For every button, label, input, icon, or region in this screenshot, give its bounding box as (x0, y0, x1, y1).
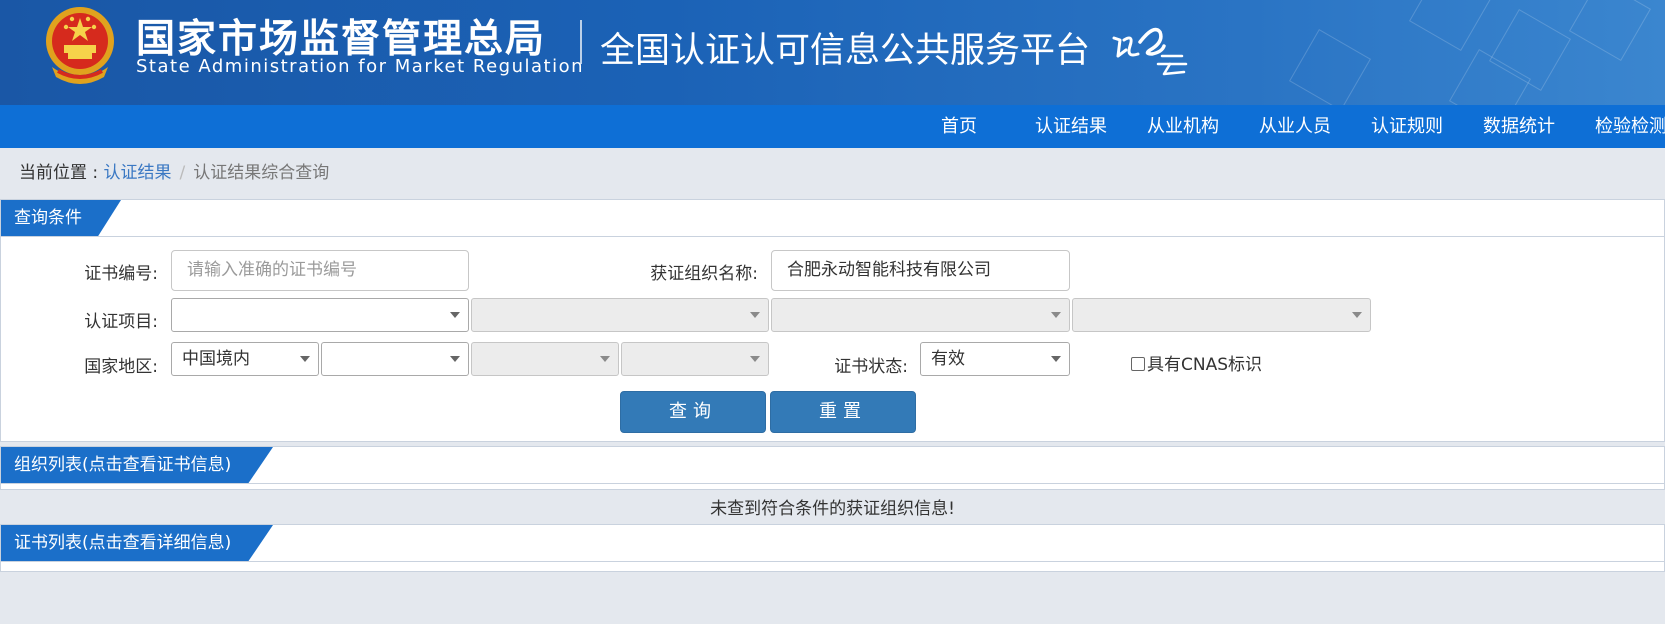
breadcrumb-link-cert-results[interactable]: 认证结果 (104, 163, 172, 183)
chevron-down-icon (1051, 312, 1061, 318)
project-select-2[interactable] (471, 298, 769, 332)
project-label: 认证项目: (84, 312, 158, 332)
cert-list-panel: 证书列表(点击查看详细信息) (0, 524, 1665, 572)
renzheng-cloud-logo (1112, 27, 1188, 76)
cnas-option[interactable]: 具有CNAS标识 (1131, 350, 1262, 375)
nav-item-cert-rules[interactable]: 认证规则 (1371, 105, 1443, 148)
chevron-down-icon (450, 356, 460, 362)
status-select[interactable]: 有效 (920, 342, 1070, 376)
status-label: 证书状态: (834, 357, 908, 377)
org-list-panel: 组织列表(点击查看证书信息) (0, 446, 1665, 490)
nav-item-personnel[interactable]: 从业人员 (1259, 105, 1331, 148)
main-nav: 首页 认证结果 从业机构 从业人员 认证规则 数据统计 检验检测 (0, 105, 1665, 148)
header-divider (580, 20, 582, 64)
project-select-1[interactable] (171, 298, 469, 332)
chevron-down-icon (750, 356, 760, 362)
chevron-down-icon (600, 356, 610, 362)
nav-item-home[interactable]: 首页 (941, 105, 977, 148)
decor-hexagon (1409, 0, 1491, 51)
project-select-3[interactable] (771, 298, 1070, 332)
chevron-down-icon (450, 312, 460, 318)
org-list-title: 组织列表(点击查看证书信息) (1, 447, 273, 483)
org-list-header: 组织列表(点击查看证书信息) (1, 447, 1664, 484)
nav-item-statistics[interactable]: 数据统计 (1483, 105, 1555, 148)
breadcrumb: 当前位置 : 认证结果 / 认证结果综合查询 (19, 158, 329, 183)
region-select-province[interactable] (321, 342, 469, 376)
cnas-checkbox[interactable] (1131, 357, 1145, 371)
chevron-down-icon (750, 312, 760, 318)
search-button[interactable]: 查询 (620, 391, 766, 433)
breadcrumb-separator: / (179, 163, 186, 183)
platform-title: 全国认证认可信息公共服务平台 (600, 31, 1091, 71)
cert-list-header: 证书列表(点击查看详细信息) (1, 525, 1664, 562)
decor-hexagon (1569, 0, 1651, 61)
region-select-district[interactable] (621, 342, 769, 376)
nav-item-institutions[interactable]: 从业机构 (1147, 105, 1219, 148)
query-panel-title: 查询条件 (1, 200, 121, 236)
breadcrumb-prefix: 当前位置 : (19, 163, 104, 183)
org-list-empty-message: 未查到符合条件的获证组织信息! (710, 499, 955, 519)
org-name-en: State Administration for Market Regulati… (136, 56, 584, 77)
site-header: 国家市场监督管理总局 State Administration for Mark… (0, 0, 1665, 105)
cert-no-input[interactable]: 请输入准确的证书编号 (171, 250, 469, 291)
national-emblem-icon (46, 7, 114, 84)
reset-button[interactable]: 重置 (770, 391, 916, 433)
cert-no-label: 证书编号: (84, 264, 158, 284)
chevron-down-icon (1051, 356, 1061, 362)
nav-item-cert-results[interactable]: 认证结果 (1035, 105, 1107, 148)
query-panel-header: 查询条件 (1, 200, 1664, 237)
breadcrumb-current: 认证结果综合查询 (193, 163, 330, 183)
region-select-value: 中国境内 (182, 349, 250, 369)
chevron-down-icon (1352, 312, 1362, 318)
decor-hexagon (1289, 29, 1371, 105)
chevron-down-icon (300, 356, 310, 362)
region-label: 国家地区: (84, 357, 158, 377)
region-select-city[interactable] (471, 342, 619, 376)
org-name-label: 获证组织名称: (650, 264, 758, 284)
org-name-input[interactable]: 合肥永动智能科技有限公司 (771, 250, 1070, 291)
region-select-country[interactable]: 中国境内 (171, 342, 319, 376)
project-select-4[interactable] (1072, 298, 1371, 332)
status-select-value: 有效 (931, 349, 965, 369)
nav-item-inspection[interactable]: 检验检测 (1595, 105, 1665, 148)
cnas-checkbox-label: 具有CNAS标识 (1147, 355, 1263, 375)
cert-list-title: 证书列表(点击查看详细信息) (1, 525, 273, 561)
